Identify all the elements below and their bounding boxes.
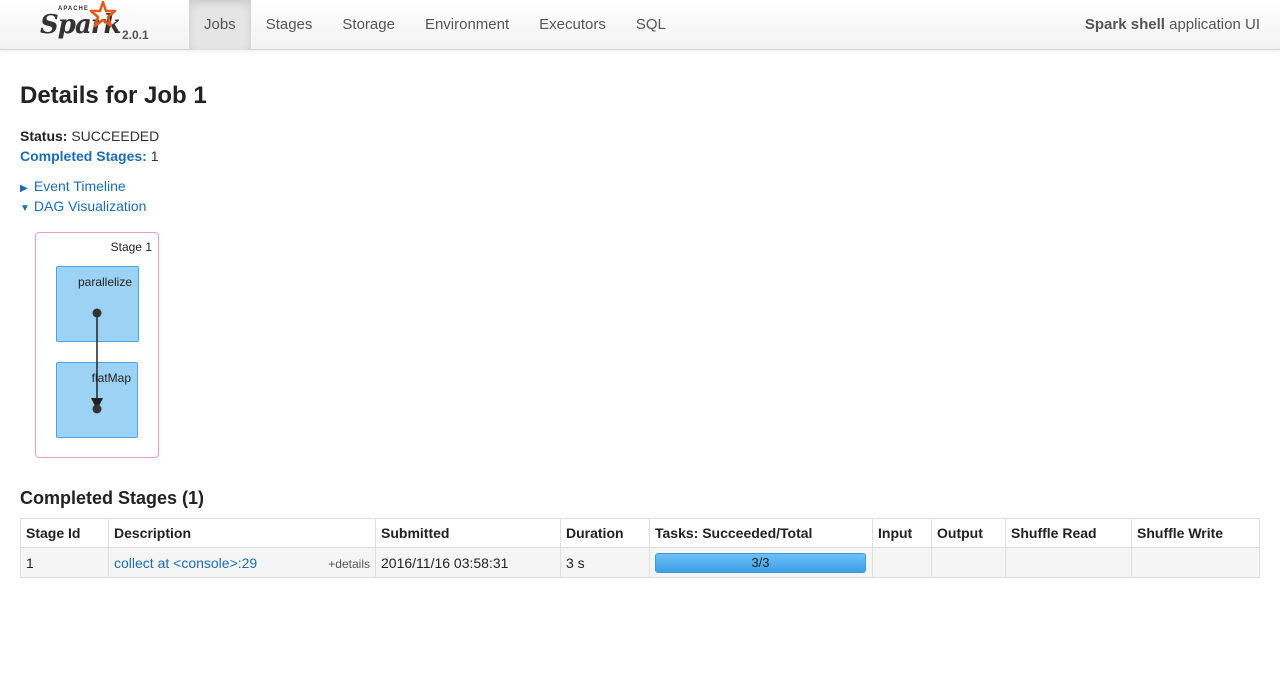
tab-executors[interactable]: Executors [524,0,621,50]
caret-right-icon: ▶ [20,183,28,194]
main-nav: Jobs Stages Storage Environment Executor… [189,0,681,50]
job-status: Status: SUCCEEDED [20,128,159,144]
completed-stages-title: Completed Stages (1) [20,488,205,508]
completed-stages-summary: Completed Stages: 1 [20,148,159,164]
tab-environment[interactable]: Environment [410,0,524,50]
cell-shuffle-read [1005,547,1132,578]
dag-stage-cluster[interactable]: Stage 1 parallelize flatMap [35,232,159,458]
stage-description-link[interactable]: collect at <console>:29 [114,555,257,571]
cell-shuffle-write [1131,547,1260,578]
tab-jobs[interactable]: Jobs [189,0,251,50]
spark-version: 2.0.1 [122,28,149,42]
event-timeline-toggle[interactable]: ▶ Event Timeline [20,178,126,194]
event-timeline-label: Event Timeline [33,178,126,194]
table-row: 1 collect at <console>:29 +details 2016/… [20,547,1260,578]
col-tasks[interactable]: Tasks: Succeeded/Total [649,518,873,548]
caret-down-icon: ▼ [20,203,30,214]
tab-stages[interactable]: Stages [251,0,328,50]
cell-stage-id: 1 [20,547,109,578]
cell-duration: 3 s [560,547,650,578]
tab-storage[interactable]: Storage [327,0,410,50]
dag-stage-label: Stage 1 [110,240,152,254]
app-title-name: Spark shell [1084,16,1165,33]
status-label: Status: [20,128,68,144]
col-shuffle-read[interactable]: Shuffle Read [1005,518,1132,548]
dag-visualization-label: DAG Visualization [33,198,147,214]
tab-sql[interactable]: SQL [621,0,681,50]
dag-node-parallelize[interactable]: parallelize [56,266,139,342]
dag-node-label: flatMap [91,371,131,385]
cell-input [872,547,932,578]
dag-visualization-toggle[interactable]: ▼ DAG Visualization [20,198,146,214]
app-title-suffix: application UI [1164,16,1260,33]
cell-description: collect at <console>:29 +details [108,547,376,578]
col-stage-id[interactable]: Stage Id [20,518,109,548]
navbar: APACHE Spark 2.0.1 Jobs Stages Storage E… [0,0,1280,50]
tasks-progress-bar: 3/3 [655,552,866,573]
col-description[interactable]: Description [108,518,376,548]
spark-star-icon [89,0,117,28]
completed-stages-table: Stage Id Description Submitted Duration … [20,518,1260,578]
cell-tasks: 3/3 [649,547,873,578]
completed-stages-count: 1 [150,148,159,164]
completed-stages-link[interactable]: Completed Stages: [20,148,147,164]
tasks-progress-text: 3/3 [751,554,770,570]
col-input[interactable]: Input [872,518,932,548]
details-toggle[interactable]: +details [328,557,370,571]
app-title: Spark shell application UI [1085,0,1260,50]
cell-output [931,547,1006,578]
col-submitted[interactable]: Submitted [375,518,561,548]
col-output[interactable]: Output [931,518,1006,548]
dag-node-label: parallelize [77,275,132,289]
table-header-row: Stage Id Description Submitted Duration … [20,518,1260,548]
dag-node-flatmap[interactable]: flatMap [56,362,138,438]
col-shuffle-write[interactable]: Shuffle Write [1131,518,1260,548]
page-title: Details for Job 1 [20,82,207,109]
status-value: SUCCEEDED [71,128,160,144]
spark-logo[interactable]: APACHE Spark 2.0.1 [38,0,158,48]
col-duration[interactable]: Duration [560,518,650,548]
cell-submitted: 2016/11/16 03:58:31 [375,547,561,578]
